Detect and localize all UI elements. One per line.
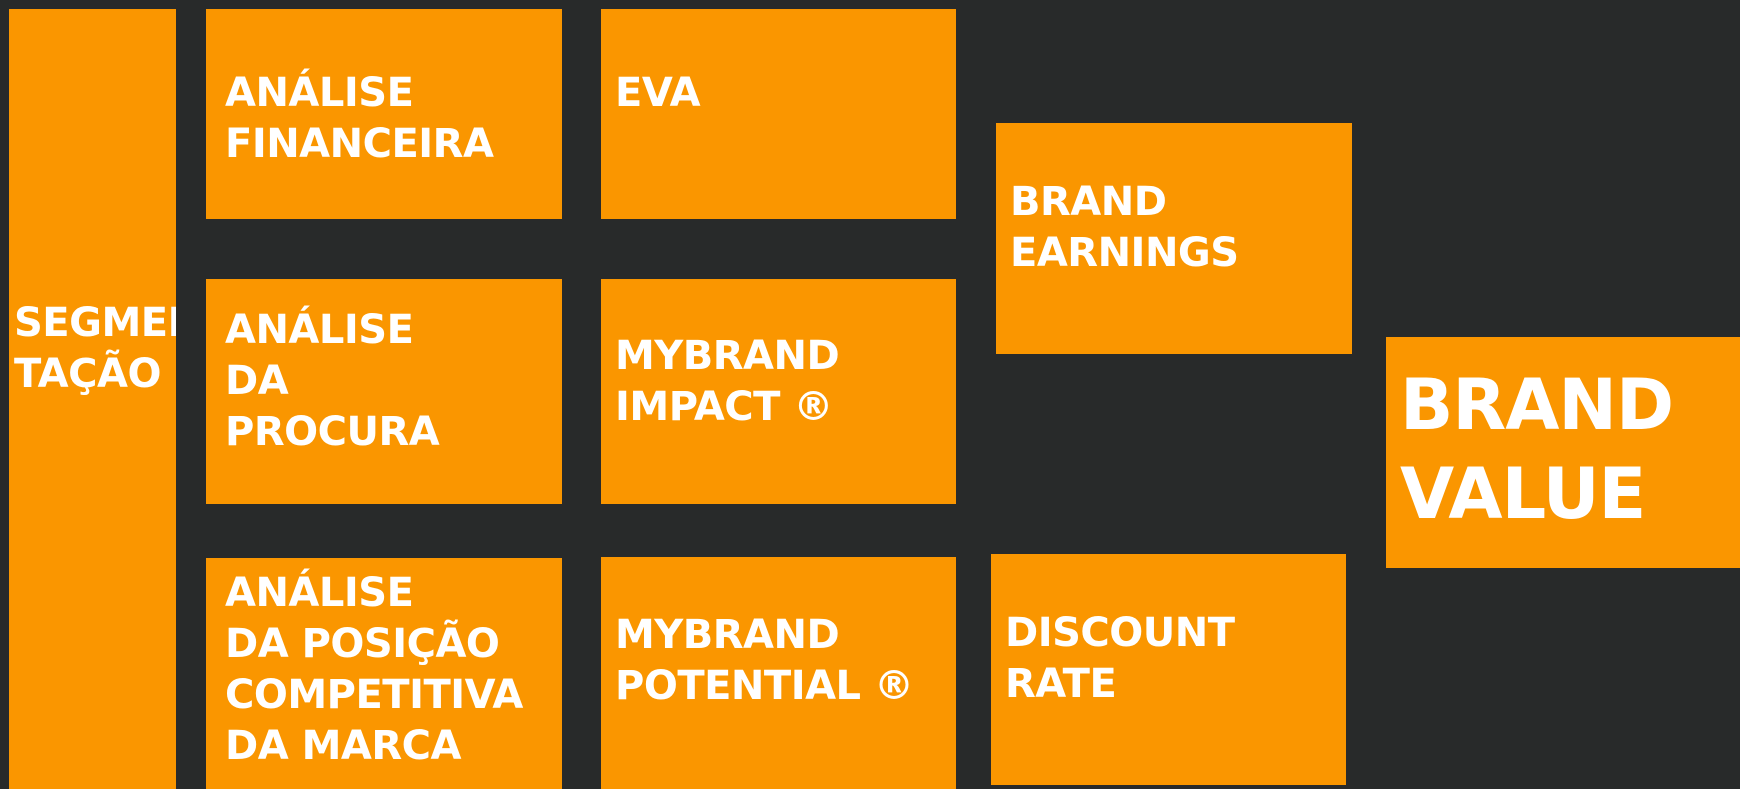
analise-procura-line-1: ANÁLISE xyxy=(225,307,414,353)
mybrand-impact-block: MYBRAND IMPACT ® xyxy=(601,279,956,504)
mybrand-impact-line-2: IMPACT ® xyxy=(615,384,833,430)
analise-financeira-block: ANÁLISE FINANCEIRA xyxy=(206,9,562,219)
mybrand-potential-block: MYBRAND POTENTIAL ® xyxy=(601,557,956,789)
analise-procura-line-2: DA xyxy=(225,358,289,404)
discount-rate-line-2: RATE xyxy=(1005,661,1117,707)
analise-procura-label: ANÁLISE DA PROCURA xyxy=(225,305,440,458)
discount-rate-label: DISCOUNT RATE xyxy=(1005,608,1235,710)
segmentacao-label: SEGMEN TAÇÃO xyxy=(14,298,176,400)
eva-label: EVA xyxy=(615,68,701,119)
segmentacao-line-1: SEGMEN xyxy=(14,300,176,346)
mybrand-potential-label: MYBRAND POTENTIAL ® xyxy=(615,610,914,712)
analise-financeira-line-2: FINANCEIRA xyxy=(225,121,494,167)
discount-rate-line-1: DISCOUNT xyxy=(1005,610,1235,656)
brand-earnings-line-1: BRAND xyxy=(1010,179,1167,225)
mybrand-potential-line-1: MYBRAND xyxy=(615,612,840,658)
eva-line-1: EVA xyxy=(615,70,701,116)
mybrand-impact-label: MYBRAND IMPACT ® xyxy=(615,331,840,433)
eva-block: EVA xyxy=(601,9,956,219)
brand-earnings-label: BRAND EARNINGS xyxy=(1010,177,1239,279)
mybrand-impact-line-1: MYBRAND xyxy=(615,333,840,379)
brand-earnings-line-2: EARNINGS xyxy=(1010,230,1239,276)
analise-posicao-line-3: COMPETITIVA xyxy=(225,672,523,718)
analise-procura-block: ANÁLISE DA PROCURA xyxy=(206,279,562,504)
analise-posicao-line-2: DA POSIÇÃO xyxy=(225,621,500,667)
analise-posicao-line-1: ANÁLISE xyxy=(225,570,414,616)
segmentacao-line-2: TAÇÃO xyxy=(14,351,161,397)
analise-posicao-label: ANÁLISE DA POSIÇÃO COMPETITIVA DA MARCA xyxy=(225,568,523,772)
analise-financeira-line-1: ANÁLISE xyxy=(225,70,414,116)
brand-earnings-block: BRAND EARNINGS xyxy=(996,123,1352,354)
segmentacao-block: SEGMEN TAÇÃO xyxy=(9,9,176,789)
brand-value-block: BRAND VALUE xyxy=(1386,337,1740,568)
brand-value-label: BRAND VALUE xyxy=(1400,361,1674,539)
brand-value-line-2: VALUE xyxy=(1400,453,1646,535)
mybrand-potential-line-2: POTENTIAL ® xyxy=(615,663,914,709)
analise-financeira-label: ANÁLISE FINANCEIRA xyxy=(225,68,494,170)
analise-posicao-line-4: DA MARCA xyxy=(225,723,461,769)
brand-value-line-1: BRAND xyxy=(1400,364,1674,446)
analise-posicao-block: ANÁLISE DA POSIÇÃO COMPETITIVA DA MARCA xyxy=(206,558,562,789)
analise-procura-line-3: PROCURA xyxy=(225,409,440,455)
discount-rate-block: DISCOUNT RATE xyxy=(991,554,1346,785)
